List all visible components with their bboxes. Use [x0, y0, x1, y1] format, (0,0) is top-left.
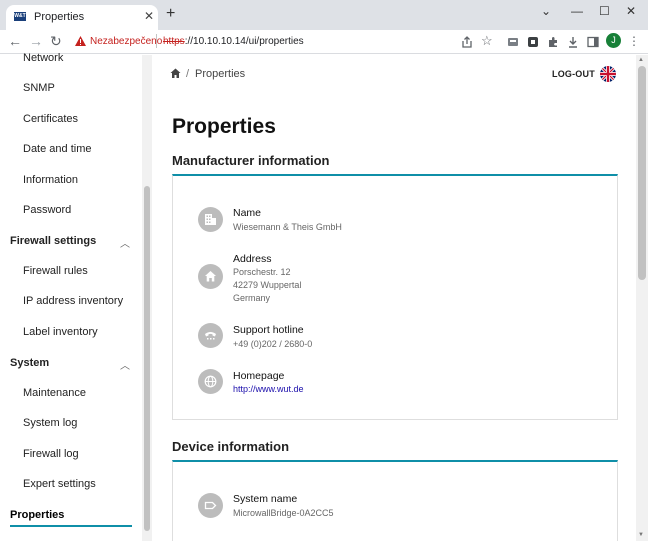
sidebar-item-ip-address-inventory[interactable]: IP address inventory	[23, 295, 123, 307]
page-title: Properties	[172, 115, 276, 138]
sidebar-item-network[interactable]: Network	[23, 52, 63, 64]
section-title-manufacturer: Manufacturer information	[172, 153, 330, 168]
building-icon	[198, 207, 223, 232]
address-bar[interactable]: https://10.10.10.14/ui/properties	[163, 36, 304, 47]
tab-favicon-icon: W&T	[14, 12, 26, 21]
scroll-up-arrow-icon[interactable]: ▲	[638, 57, 644, 63]
not-secure-label[interactable]: Nezabezpečeno	[90, 36, 162, 47]
address-line-1: Porschestr. 12	[233, 267, 291, 277]
home-icon[interactable]	[170, 68, 181, 79]
sidebar-item-password[interactable]: Password	[23, 204, 71, 216]
sidebar-group-system[interactable]: System	[10, 357, 49, 369]
browser-menu-icon[interactable]: ⋮	[628, 34, 640, 48]
logout-button[interactable]: LOG-OUT	[552, 69, 595, 79]
support-hotline-value: +49 (0)202 / 2680-0	[233, 339, 313, 349]
sidebar-item-firewall-rules[interactable]: Firewall rules	[23, 265, 88, 277]
name-value: Wiesemann & Theis GmbH	[233, 222, 342, 232]
new-tab-icon[interactable]: +	[166, 6, 175, 22]
tab-title: Properties	[34, 11, 85, 23]
close-window-icon[interactable]: ✕	[626, 4, 636, 18]
chevron-up-icon[interactable]: ︿	[120, 357, 130, 372]
extension-b-icon[interactable]	[526, 35, 540, 49]
minimize-icon[interactable]: —	[571, 4, 583, 18]
sidebar-item-firewall-log[interactable]: Firewall log	[23, 448, 79, 460]
uk-flag-icon[interactable]	[600, 66, 616, 82]
maximize-icon[interactable]: ☐	[599, 4, 610, 18]
reload-icon[interactable]: ↻	[50, 33, 62, 49]
scroll-down-arrow-icon[interactable]: ▼	[638, 532, 644, 538]
sidebar-item-label-inventory[interactable]: Label inventory	[23, 326, 98, 338]
browser-toolbar: ← → ↻ Nezabezpečeno https://10.10.10.14/…	[0, 30, 648, 54]
side-panel-icon[interactable]	[586, 35, 600, 49]
sidebar-item-information[interactable]: Information	[23, 174, 78, 186]
address-line-3: Germany	[233, 293, 271, 303]
home-address-icon	[198, 264, 223, 289]
breadcrumb-separator: /	[186, 68, 190, 80]
url-divider	[156, 34, 157, 48]
homepage-link[interactable]: http://www.wut.de	[233, 384, 304, 394]
address-line-2: 42279 Wuppertal	[233, 280, 302, 290]
section-title-device: Device information	[172, 439, 290, 454]
extensions-puzzle-icon[interactable]	[546, 35, 560, 49]
homepage-label: Homepage	[233, 370, 285, 382]
address-label: Address	[233, 253, 272, 265]
breadcrumb-current: Properties	[195, 68, 246, 80]
sidebar-item-snmp[interactable]: SNMP	[23, 82, 55, 94]
bookmark-star-icon[interactable]: ☆	[481, 33, 493, 49]
tab-search-icon[interactable]: ⌄	[541, 4, 551, 18]
share-icon[interactable]	[460, 35, 474, 49]
phone-icon	[198, 323, 223, 348]
extension-a-icon[interactable]	[506, 35, 520, 49]
support-hotline-label: Support hotline	[233, 324, 304, 336]
browser-tab[interactable]: W&T Properties ✕	[6, 5, 158, 30]
url-scheme: https	[163, 36, 185, 47]
sidebar-group-firewall-settings[interactable]: Firewall settings	[10, 235, 96, 247]
name-label: Name	[233, 207, 262, 219]
label-tag-icon	[198, 493, 223, 518]
forward-icon[interactable]: →	[29, 33, 43, 49]
sidebar-item-system-log[interactable]: System log	[23, 417, 77, 429]
globe-icon	[198, 369, 223, 394]
system-name-value: MicrowallBridge-0A2CC5	[233, 508, 334, 518]
active-indicator	[10, 525, 132, 527]
sidebar-item-date-time[interactable]: Date and time	[23, 143, 91, 155]
sidebar-item-properties[interactable]: Properties	[10, 509, 64, 521]
browser-titlebar: W&T Properties ✕ + ⌄ — ☐ ✕	[0, 0, 648, 30]
sidebar-item-certificates[interactable]: Certificates	[23, 113, 78, 125]
sidebar-item-maintenance[interactable]: Maintenance	[23, 387, 86, 399]
warning-icon	[75, 36, 86, 46]
back-icon[interactable]: ←	[8, 33, 22, 49]
main-scrollbar-thumb[interactable]	[638, 66, 646, 280]
sidebar-item-expert-settings[interactable]: Expert settings	[23, 478, 96, 490]
profile-avatar[interactable]: J	[606, 33, 621, 48]
chevron-up-icon[interactable]: ︿	[120, 235, 130, 250]
system-name-label: System name	[233, 493, 298, 505]
tab-close-icon[interactable]: ✕	[144, 9, 154, 23]
url-path: ://10.10.10.14/ui/properties	[184, 36, 304, 47]
sidebar-scrollbar-thumb[interactable]	[144, 186, 150, 531]
download-icon[interactable]	[566, 35, 580, 49]
